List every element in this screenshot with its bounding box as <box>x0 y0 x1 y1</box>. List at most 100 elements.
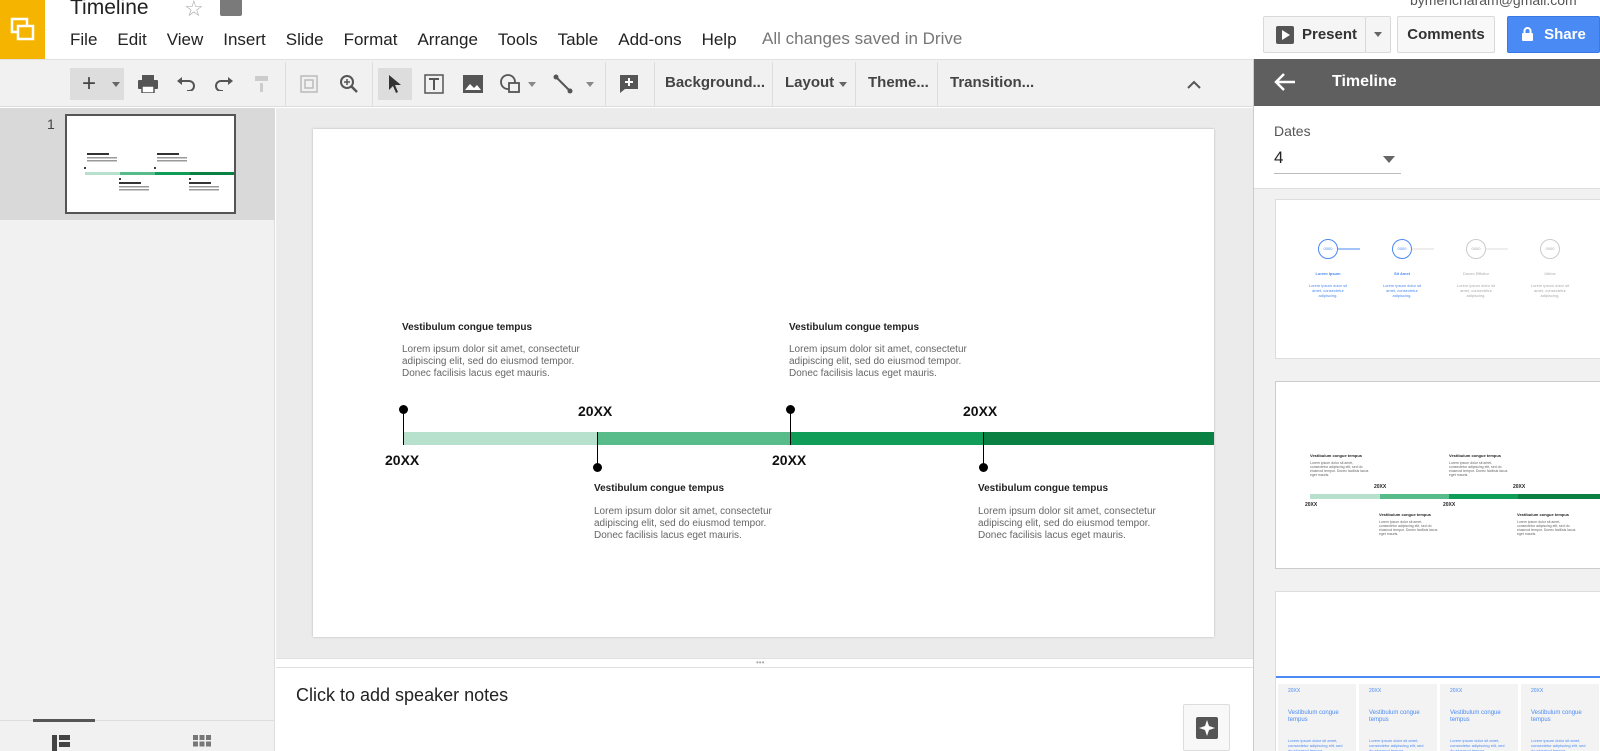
collapse-toolbar-button[interactable] <box>1180 68 1208 100</box>
timeline-bar-segment <box>1380 494 1449 499</box>
speaker-notes[interactable]: Click to add speaker notes <box>276 668 1253 751</box>
timeline-marker[interactable] <box>399 405 408 414</box>
image-button[interactable] <box>458 68 488 100</box>
mini-year: 20XX <box>1374 484 1387 490</box>
share-label: Share <box>1544 26 1586 43</box>
menu-edit[interactable]: Edit <box>107 30 156 50</box>
timeline-connector[interactable] <box>597 432 598 467</box>
timeline-heading[interactable]: Vestibulum congue tempus <box>402 322 532 333</box>
timeline-year[interactable]: 20XX <box>578 403 612 419</box>
toolbar-divider <box>937 62 938 106</box>
print-button[interactable] <box>133 68 163 100</box>
mini-heading: Vestibulum congue tempus <box>1379 512 1432 517</box>
timeline-year[interactable]: 20XX <box>772 452 806 468</box>
document-title[interactable]: Timeline <box>70 0 149 20</box>
timeline-heading[interactable]: Vestibulum congue tempus <box>978 483 1108 494</box>
folder-icon[interactable] <box>220 0 242 16</box>
share-button[interactable]: Share <box>1507 16 1600 53</box>
account-email[interactable]: bymencharam@gmail.com <box>1410 0 1577 8</box>
background-button[interactable]: Background... <box>665 74 765 91</box>
notes-resize-handle[interactable]: ••• <box>276 658 1253 668</box>
chevron-down-icon <box>1374 32 1382 37</box>
zoom-button[interactable] <box>334 68 364 100</box>
layout-label: Layout <box>785 74 835 91</box>
lock-icon <box>1522 27 1534 41</box>
back-button[interactable] <box>1274 72 1296 97</box>
dates-select[interactable]: 4 <box>1274 146 1401 174</box>
theme-button[interactable]: Theme... <box>868 74 929 91</box>
save-status[interactable]: All changes saved in Drive <box>762 29 962 49</box>
star-icon[interactable]: ☆ <box>184 0 204 22</box>
timeline-template-card[interactable]: Vestibulum congue tempus Lorem ipsum dol… <box>1275 381 1600 569</box>
menu-add-ons[interactable]: Add-ons <box>608 30 691 50</box>
menu-file[interactable]: File <box>60 30 107 50</box>
shape-dropdown[interactable] <box>526 68 538 100</box>
filmstrip-view-tabs <box>0 719 275 751</box>
undo-button[interactable] <box>171 68 201 100</box>
layout-button[interactable]: Layout <box>785 74 848 91</box>
timeline-body[interactable]: Lorem ipsum dolor sit amet, consectetur … <box>594 506 794 542</box>
select-button[interactable] <box>378 68 412 100</box>
present-play-icon <box>1276 25 1294 44</box>
timeline-bar-segment[interactable] <box>403 432 597 445</box>
timeline-year[interactable]: 20XX <box>963 403 997 419</box>
menu-arrange[interactable]: Arrange <box>407 30 487 50</box>
text-box-button[interactable] <box>419 68 449 100</box>
line-button[interactable] <box>548 68 578 100</box>
new-slide-dropdown[interactable] <box>108 68 124 100</box>
print-icon <box>138 75 158 93</box>
grid-view-button[interactable] <box>193 735 211 751</box>
menu-tools[interactable]: Tools <box>488 30 548 50</box>
present-button[interactable]: Present <box>1263 16 1366 53</box>
paint-format-button[interactable] <box>247 68 277 100</box>
column: 20XX Vestibulum congue tempus Lorem ipsum … <box>1278 684 1356 751</box>
timeline-bar-segment[interactable] <box>983 432 1214 445</box>
menu-slide[interactable]: Slide <box>276 30 334 50</box>
timeline-heading[interactable]: Vestibulum congue tempus <box>594 483 724 494</box>
timeline-year[interactable]: 20XX <box>385 452 419 468</box>
toolbar-divider <box>372 62 373 106</box>
filmstrip-slide-selected[interactable]: 1 <box>0 108 275 220</box>
menu-insert[interactable]: Insert <box>213 30 276 50</box>
speaker-notes-placeholder[interactable]: Click to add speaker notes <box>296 685 508 706</box>
timeline-marker[interactable] <box>786 405 795 414</box>
timeline-connector[interactable] <box>790 410 791 445</box>
line-dropdown[interactable] <box>584 68 596 100</box>
transition-button[interactable]: Transition... <box>950 74 1034 91</box>
menu-table[interactable]: Table <box>548 30 609 50</box>
slide-thumbnail[interactable] <box>65 114 236 214</box>
mini-body: Lorem ipsum dolor sit amet, consectetur … <box>1449 461 1508 477</box>
present-dropdown-button[interactable] <box>1365 16 1391 53</box>
new-slide-button[interactable]: + <box>70 68 108 100</box>
menu-format[interactable]: Format <box>334 30 408 50</box>
timeline-body[interactable]: Lorem ipsum dolor sit amet, consectetur … <box>978 506 1178 542</box>
shape-button[interactable] <box>496 68 526 100</box>
arrow-left-icon <box>1274 73 1295 91</box>
drag-handle-icon: ••• <box>756 658 765 667</box>
timeline-template-card[interactable]: 20XX Vestibulum congue tempus Lorem ipsum … <box>1275 591 1600 751</box>
timeline-body[interactable]: Lorem ipsum dolor sit amet, consectetur … <box>402 344 602 380</box>
timeline-body[interactable]: Lorem ipsum dolor sit amet, consectetur … <box>789 344 989 380</box>
timeline-marker[interactable] <box>979 463 988 472</box>
explore-button[interactable] <box>1183 704 1230 751</box>
filmstrip-view-button[interactable] <box>52 735 70 751</box>
menu-view[interactable]: View <box>157 30 214 50</box>
image-icon <box>463 75 483 93</box>
toolbar-divider <box>605 62 606 106</box>
timeline-connector[interactable] <box>403 410 404 445</box>
slide-number: 1 <box>47 116 55 132</box>
comments-button[interactable]: Comments <box>1397 16 1495 53</box>
timeline-connector[interactable] <box>983 432 984 467</box>
timeline-heading[interactable]: Vestibulum congue tempus <box>789 322 919 333</box>
timeline-bar-segment[interactable] <box>597 432 790 445</box>
comment-button[interactable] <box>614 68 644 100</box>
redo-button[interactable] <box>209 68 239 100</box>
menu-help[interactable]: Help <box>692 30 747 50</box>
timeline-template-card[interactable]: 0000 0000 0000 0000 Lorem Ipsum Sit Amet… <box>1275 199 1600 359</box>
fit-button[interactable] <box>294 68 324 100</box>
timeline-bar-segment[interactable] <box>790 432 983 445</box>
timeline-marker[interactable] <box>593 463 602 472</box>
slide-canvas[interactable]: 20XX 20XX 20XX 20XX Vestibulum congue te… <box>313 129 1214 637</box>
slides-logo-icon[interactable] <box>0 0 45 59</box>
plus-icon: + <box>81 70 96 97</box>
